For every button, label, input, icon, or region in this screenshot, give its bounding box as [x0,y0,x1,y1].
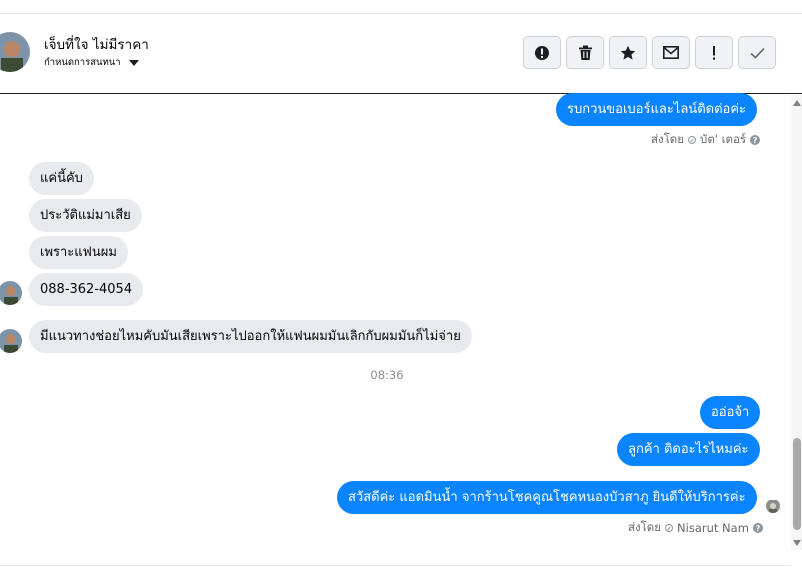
scroll-down-arrow-icon[interactable] [793,540,801,546]
scroll-up-arrow-icon[interactable] [793,100,801,106]
scrollbar-thumb[interactable] [793,438,801,530]
sent-by-prefix: ส่งโดย [628,520,662,534]
sent-by-label: ส่งโดย Nisarut Nam ? [628,519,763,537]
caret-down-icon [128,59,139,66]
star-icon [620,45,636,60]
sent-by-prefix: ส่งโดย [651,132,685,146]
follow-up-button[interactable] [695,36,733,69]
star-button[interactable] [609,36,647,69]
seen-avatar [766,499,780,513]
message-incoming[interactable]: ประวัติแม่มาเสีย [29,199,142,232]
contact-avatar-small[interactable] [0,281,22,305]
message-outgoing[interactable]: สวัสดีค่ะ แอดมินน้ำ จากร้านโชคคูณโชคหนอง… [337,481,757,514]
message-timestamp: 08:36 [370,368,404,382]
header-actions [523,36,776,69]
alert-circle-icon [535,45,549,60]
conversation-header: เจ็บที่ใจ ไม่มีราคา กำหนดการสนทนา [0,14,802,94]
sent-by-label: ส่งโดย บัต' เตอร์ ? [651,131,761,149]
page-badge-icon [665,524,674,532]
message-incoming[interactable]: 088-362-4054 [29,273,144,306]
done-button[interactable] [738,36,776,69]
report-button[interactable] [523,36,561,69]
message-outgoing[interactable]: ออ่อจ้า [700,396,761,429]
message-incoming[interactable]: มีแนวทางช่อยไหมคับมันเสียเพราะไปออกให้แฟ… [29,320,472,353]
contact-avatar-small[interactable] [0,329,22,353]
mark-unread-button[interactable] [652,36,690,69]
trash-icon [578,45,592,60]
sender-name[interactable]: บัต' เตอร์ [700,131,746,149]
conversation-settings-label: กำหนดการสนทนา [44,57,121,68]
message-incoming[interactable]: แค่นี้คับ [29,162,94,195]
help-icon[interactable]: ? [750,135,761,145]
envelope-icon [663,46,679,59]
contact-avatar[interactable] [0,32,30,72]
checkmark-icon [749,47,765,59]
help-icon[interactable]: ? [752,523,763,533]
page-badge-icon [688,136,697,144]
message-incoming[interactable]: เพราะแฟนผม [29,236,128,269]
message-outgoing[interactable]: รบกวนขอเบอร์และไลน์ติดต่อค่ะ [556,93,758,126]
composer-divider [0,565,790,566]
contact-name[interactable]: เจ็บที่ใจ ไม่มีราคา [44,33,149,55]
sender-name[interactable]: Nisarut Nam [677,521,749,535]
delete-button[interactable] [566,36,604,69]
exclamation-icon [713,45,715,60]
conversation-settings-dropdown[interactable]: กำหนดการสนทนา [44,55,139,70]
message-outgoing[interactable]: ลูกค้า ติดอะไรไหมค่ะ [617,433,760,466]
